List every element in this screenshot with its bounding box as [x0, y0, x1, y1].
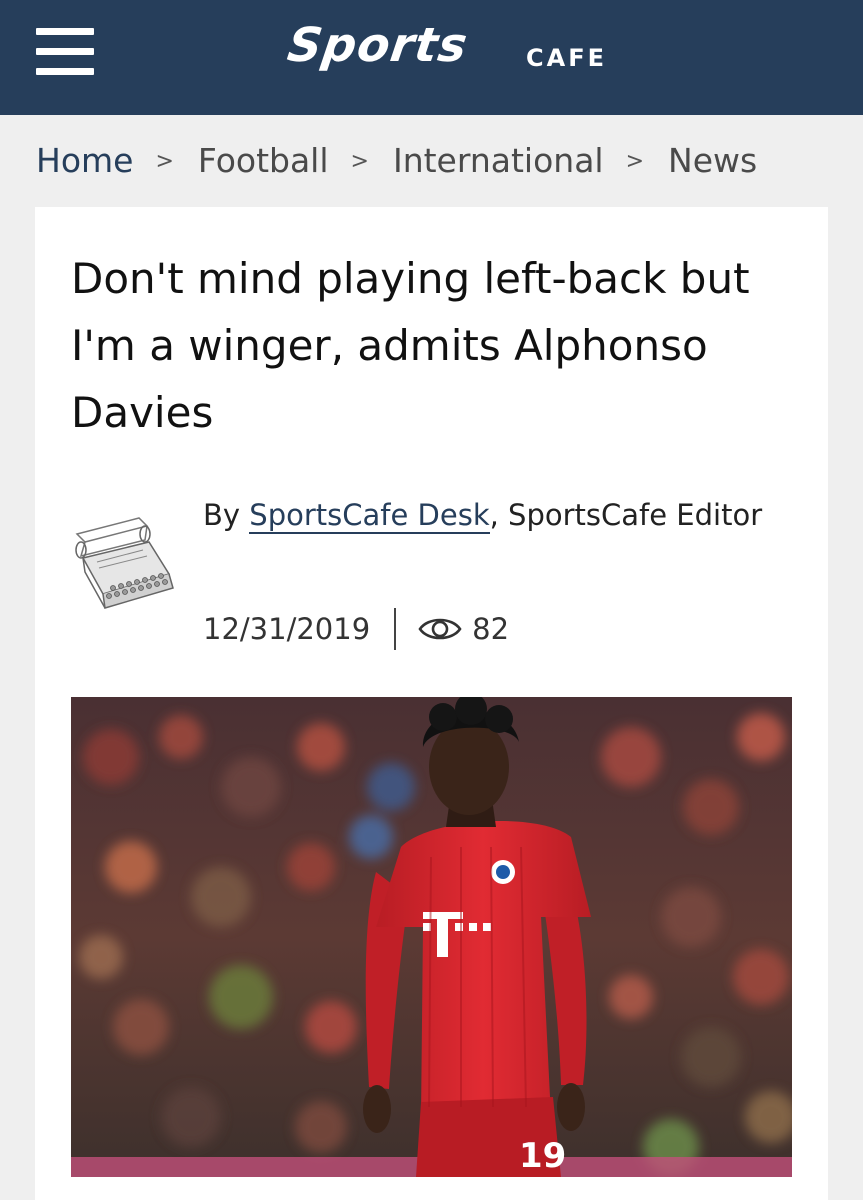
publish-date: 12/31/2019	[203, 612, 371, 646]
logo-main-text: Sports	[284, 18, 472, 73]
top-header-bar: Sports CAFE	[0, 0, 863, 115]
by-prefix: By	[203, 498, 250, 532]
site-logo[interactable]: Sports CAFE	[284, 18, 648, 80]
breadcrumb-news[interactable]: News	[668, 141, 757, 180]
menu-line	[36, 28, 94, 35]
article-title: Don't mind playing left-back but I'm a w…	[71, 254, 750, 437]
menu-line	[36, 68, 94, 75]
logo-sub-text: CAFE	[526, 44, 607, 72]
typewriter-icon	[69, 512, 181, 624]
author-link[interactable]: SportsCafe Desk	[249, 498, 490, 534]
article-card: Don't mind playing left-back but I'm a w…	[35, 207, 828, 1200]
breadcrumb-separator: >	[155, 148, 174, 174]
breadcrumb-international[interactable]: International	[393, 141, 604, 180]
breadcrumb-separator: >	[625, 148, 645, 174]
breadcrumb-separator: >	[350, 148, 369, 174]
meta-divider	[394, 608, 397, 650]
view-count: 82	[472, 612, 510, 646]
hamburger-menu-icon[interactable]	[36, 28, 94, 76]
shorts-number: 19	[519, 1136, 566, 1176]
article-byline: By SportsCafe Desk, SportsCafe Editor	[203, 493, 763, 538]
breadcrumb-home[interactable]: Home	[36, 141, 133, 180]
eye-icon	[418, 618, 462, 640]
breadcrumb: Home > Football > International > News	[36, 138, 757, 182]
author-suffix: , SportsCafe Editor	[489, 498, 763, 532]
breadcrumb-football[interactable]: Football	[198, 141, 329, 180]
article-meta: 12/31/2019 82	[203, 607, 509, 651]
menu-line	[36, 48, 94, 55]
player-in-red-kit-photo[interactable]: 19	[71, 697, 792, 1177]
